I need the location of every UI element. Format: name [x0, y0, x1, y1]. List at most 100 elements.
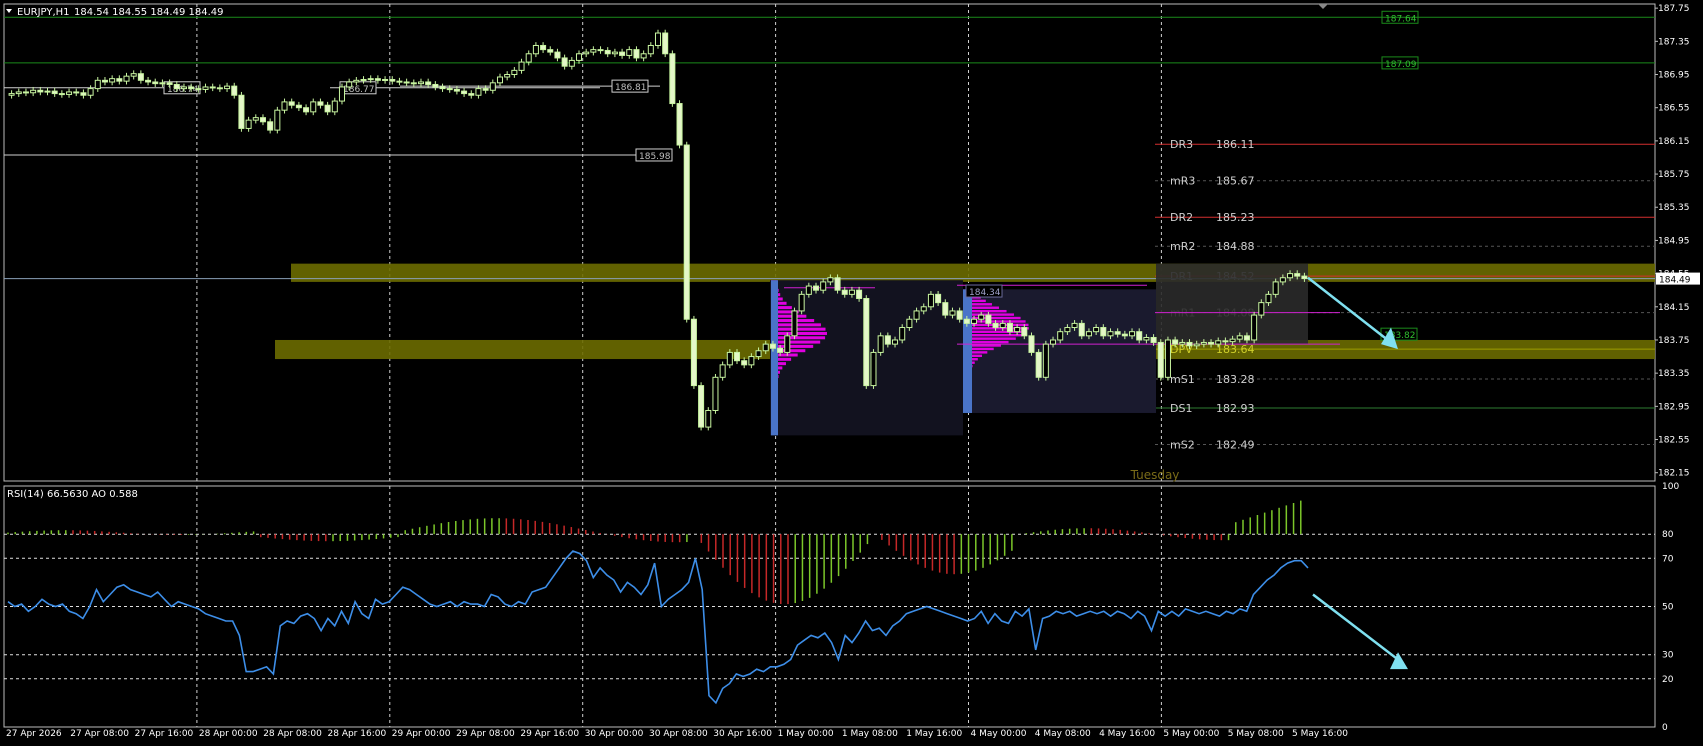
candle-body [489, 82, 496, 91]
session-box [1156, 263, 1308, 345]
candle-body [417, 81, 424, 85]
indicator-tick-label: 20 [1662, 675, 1674, 685]
candle-body [410, 82, 417, 85]
chart-canvas[interactable]: 27 Apr 2026 27 Apr 08:00 27 Apr 16:00 28 Ap… [0, 0, 1703, 746]
y-axis-tick-label: 186.55 [1658, 104, 1690, 114]
candle-body [841, 289, 848, 295]
candle-body [216, 87, 223, 90]
candle-body [985, 314, 992, 324]
candle-body [1229, 338, 1236, 343]
indicator-tick-label: 50 [1662, 603, 1674, 613]
candle-body [518, 61, 525, 71]
candle-body [73, 91, 80, 94]
candle-body [769, 343, 776, 349]
x-axis-tick-label: 30 Apr 16:00 [713, 729, 772, 739]
x-axis-tick-label: 28 Apr 08:00 [263, 729, 322, 739]
candle-body [145, 79, 152, 83]
indicator-header: RSI(14) 66.5630 AO 0.588 [7, 489, 138, 500]
candle-body [963, 318, 970, 324]
candle-body [741, 360, 748, 366]
candle-body [748, 356, 755, 366]
volume-profile-bar [771, 336, 826, 340]
candle-body [274, 109, 281, 131]
candle-body [611, 51, 618, 55]
candle-body [568, 59, 575, 67]
candle-body [892, 339, 899, 345]
trading-chart-window[interactable]: 27 Apr 2026 27 Apr 08:00 27 Apr 16:00 28 Ap… [0, 0, 1703, 746]
candle-body [1136, 331, 1143, 341]
candle-body [561, 57, 568, 67]
x-axis-tick-label: 1 May 00:00 [778, 729, 834, 739]
pivot-name-dr2: DR2 [1170, 211, 1193, 224]
candle-body [913, 310, 920, 320]
candle-body [1208, 341, 1215, 345]
candle-body [1236, 335, 1243, 340]
y-axis-tick-label: 182.55 [1658, 436, 1690, 446]
candle-body [590, 49, 597, 53]
candle-body [1215, 340, 1222, 345]
pivot-name-dr3: DR3 [1170, 138, 1193, 151]
candle-body [877, 335, 884, 353]
y-axis-tick-label: 183.35 [1658, 369, 1690, 379]
candle-body [1150, 336, 1157, 343]
candle-body [698, 385, 705, 428]
candle-body [94, 79, 101, 90]
candle-body [1222, 340, 1229, 343]
candle-body [949, 310, 956, 316]
candle-body [1035, 351, 1042, 378]
candle-body [597, 49, 604, 52]
candle-body [1258, 302, 1265, 316]
candle-body [252, 117, 259, 121]
candle-body [188, 86, 195, 90]
pivot-name-ms2: mS2 [1170, 438, 1195, 451]
candle-body [1121, 333, 1128, 337]
volume-profile-base [771, 280, 778, 436]
x-axis-tick-label: 5 May 08:00 [1228, 729, 1284, 739]
candle-body [992, 322, 999, 329]
candle-body [827, 277, 834, 283]
candle-body [540, 44, 547, 51]
level-label: 185.98 [639, 152, 671, 162]
y-axis-tick-label: 182.15 [1658, 469, 1690, 479]
candle-body [547, 49, 554, 53]
candle-body [956, 310, 963, 320]
candle-body [791, 310, 798, 337]
candle-body [820, 281, 827, 291]
pivot-name-ds1: DS1 [1170, 402, 1192, 415]
candle-body [202, 86, 209, 90]
candle-body [1107, 331, 1114, 337]
candle-body [259, 117, 266, 123]
candle-body [288, 101, 295, 106]
x-axis-tick-label: 29 Apr 08:00 [456, 729, 515, 739]
candle-body [482, 88, 489, 91]
candle-body [137, 73, 144, 81]
y-axis-tick-label: 185.75 [1658, 170, 1690, 180]
candle-body [1071, 322, 1078, 329]
candle-body [604, 49, 611, 55]
pivot-value-ms1: 183.28 [1216, 373, 1255, 386]
candle-body [978, 314, 985, 320]
candle-body [1057, 331, 1064, 341]
y-axis-tick-label: 187.35 [1658, 37, 1690, 47]
candle-body [195, 88, 202, 91]
candle-body [906, 318, 913, 329]
x-axis-tick-label: 4 May 08:00 [1035, 729, 1091, 739]
x-axis-tick-label: 5 May 00:00 [1163, 729, 1219, 739]
candle-body [238, 94, 245, 129]
candle-body [834, 277, 841, 291]
y-axis-tick-label: 182.95 [1658, 402, 1690, 412]
candle-body [647, 44, 654, 55]
candle-body [1021, 327, 1028, 337]
candle-body [719, 364, 726, 378]
x-axis-tick-label: 30 Apr 08:00 [649, 729, 708, 739]
candle-body [1143, 336, 1150, 341]
candle-body [461, 90, 468, 95]
candle-body [971, 318, 978, 324]
pivot-value-dpv: 183.64 [1216, 343, 1255, 356]
candle-body [884, 335, 891, 345]
candle-body [525, 53, 532, 63]
candle-body [130, 73, 137, 77]
pivot-value-dr2: 185.23 [1216, 211, 1255, 224]
y-axis-tick-label: 184.95 [1658, 236, 1690, 246]
candle-body [303, 107, 310, 113]
